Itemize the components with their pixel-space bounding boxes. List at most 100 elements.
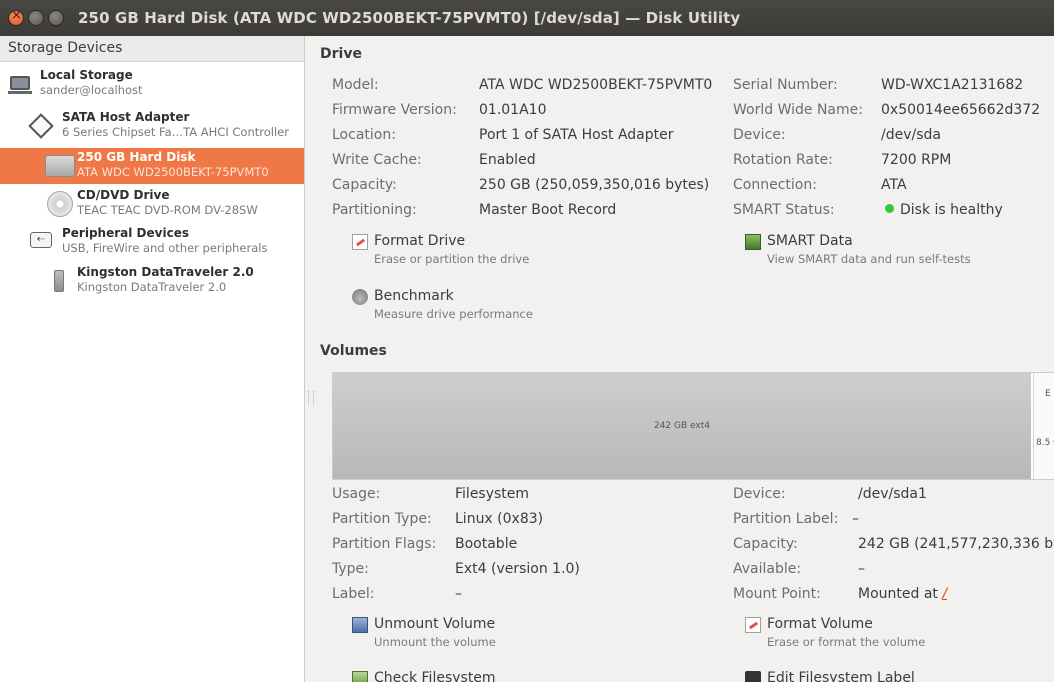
drive-connection-row: Connection: [733, 177, 817, 193]
drive-connection-value: ATA [881, 177, 907, 193]
action-label: Benchmark [374, 288, 454, 304]
smart-chart-icon [745, 234, 761, 250]
volume-partition-type-row: Partition Type: [332, 511, 432, 527]
field-key: Capacity: [332, 177, 397, 193]
action-description: Erase or partition the drive [374, 252, 530, 266]
sidebar-item-title: SATA Host Adapter [62, 110, 190, 124]
drive-location-value: Port 1 of SATA Host Adapter [479, 127, 674, 143]
format-drive-button[interactable]: Format Drive Erase or partition the driv… [352, 233, 612, 269]
action-label: SMART Data [767, 233, 853, 249]
field-value: ATA [881, 177, 907, 193]
volume-capacity-value: 242 GB (241,577,230,336 by [858, 536, 1054, 552]
field-value: WD-WXC1A2131682 [881, 77, 1024, 93]
volume-partition-sda1[interactable]: 242 GB ext4 [333, 373, 1031, 479]
field-key: Partition Type: [332, 511, 432, 527]
mount-point-link[interactable]: / [942, 586, 947, 602]
edit-label-icon [745, 671, 761, 682]
unmount-icon [352, 617, 368, 633]
action-description: Erase or format the volume [767, 635, 926, 649]
storage-devices-sidebar: Storage Devices Local Storage sander@loc… [0, 36, 305, 682]
field-key: Device: [733, 486, 786, 502]
field-key: Device: [733, 127, 786, 143]
healthy-status-icon [885, 204, 894, 213]
volume-device-value: /dev/sda1 [858, 486, 927, 502]
volume-extended-label: E [1045, 389, 1051, 399]
field-key: Partition Label: [733, 511, 839, 527]
drive-device-row: Device: [733, 127, 786, 143]
field-value: Port 1 of SATA Host Adapter [479, 127, 674, 143]
hard-disk-icon [45, 155, 75, 177]
unmount-volume-button[interactable]: Unmount Volume Unmount the volume [352, 616, 612, 652]
field-value: /dev/sda [881, 127, 941, 143]
volume-partition-flags-row: Partition Flags: [332, 536, 436, 552]
volume-partition-flags-value: Bootable [455, 536, 517, 552]
field-value: 7200 RPM [881, 152, 952, 168]
action-description: View SMART data and run self-tests [767, 252, 971, 266]
volume-map: 242 GB ext4 E 8.5 G [332, 372, 1054, 480]
laptop-icon [8, 76, 32, 94]
volume-partition-label-row: Partition Label: [733, 511, 838, 527]
check-filesystem-icon [352, 671, 368, 682]
benchmark-button[interactable]: Benchmark Measure drive performance [352, 288, 612, 324]
action-label: Check Filesystem [374, 670, 496, 682]
drive-firmware-value: 01.01A10 [479, 102, 546, 118]
sidebar-item-subtitle: TEAC TEAC DVD-ROM DV-28SW [77, 203, 258, 217]
action-label: Format Volume [767, 616, 873, 632]
sidebar-item-hard-disk[interactable]: 250 GB Hard Disk ATA WDC WD2500BEKT-75PV… [0, 148, 304, 184]
field-key: Mount Point: [733, 586, 821, 602]
window-controls [8, 8, 64, 26]
usb-icon: ⇠ [30, 232, 52, 248]
drive-model-value: ATA WDC WD2500BEKT-75PVMT0 [479, 77, 712, 93]
field-value: Master Boot Record [479, 202, 617, 218]
action-label: Edit Filesystem Label [767, 670, 915, 682]
drive-section-title: Drive [320, 46, 362, 62]
field-value: – [858, 561, 865, 577]
field-key: Location: [332, 127, 396, 143]
sidebar-item-kingston[interactable]: Kingston DataTraveler 2.0 Kingston DataT… [0, 263, 304, 299]
smart-data-button[interactable]: SMART Data View SMART data and run self-… [745, 233, 1035, 269]
sidebar-item-local-storage[interactable]: Local Storage sander@localhost [0, 66, 304, 102]
drive-capacity-row: Capacity: [332, 177, 397, 193]
window-title: 250 GB Hard Disk (ATA WDC WD2500BEKT-75P… [78, 9, 741, 27]
drive-partitioning-row: Partitioning: [332, 202, 417, 218]
field-key: Serial Number: [733, 77, 838, 93]
volume-type-value: Ext4 (version 1.0) [455, 561, 580, 577]
sidebar-item-peripheral-devices[interactable]: ⇠ Peripheral Devices USB, FireWire and o… [0, 224, 304, 260]
drive-capacity-value: 250 GB (250,059,350,016 bytes) [479, 177, 709, 193]
sidebar-header: Storage Devices [0, 36, 304, 62]
sidebar-item-cd-dvd-drive[interactable]: CD/DVD Drive TEAC TEAC DVD-ROM DV-28SW [0, 186, 304, 222]
volume-type-row: Type: [332, 561, 369, 577]
edit-filesystem-label-button[interactable]: Edit Filesystem Label [745, 670, 1035, 682]
field-key: Partition Flags: [332, 536, 437, 552]
minimize-window-button[interactable] [28, 10, 44, 26]
usb-stick-icon [54, 270, 64, 292]
drive-wwn-value: 0x50014ee65662d372 [881, 102, 1040, 118]
drive-smart-status-value: Disk is healthy [885, 202, 1003, 218]
format-volume-button[interactable]: Format Volume Erase or format the volume [745, 616, 1035, 652]
sidebar-item-sata-host-adapter[interactable]: SATA Host Adapter 6 Series Chipset Fa…TA… [0, 108, 304, 144]
field-value: Mounted at [858, 586, 943, 602]
close-window-button[interactable] [8, 8, 24, 26]
pane-splitter[interactable] [306, 36, 314, 682]
volume-usage-row: Usage: [332, 486, 380, 502]
action-label: Format Drive [374, 233, 466, 249]
field-key: Firmware Version: [332, 102, 457, 118]
volume-usage-value: Filesystem [455, 486, 529, 502]
field-value: Disk is healthy [900, 202, 1003, 218]
maximize-window-button[interactable] [48, 10, 64, 26]
title-bar: 250 GB Hard Disk (ATA WDC WD2500BEKT-75P… [0, 0, 1054, 36]
field-value: 242 GB (241,577,230,336 by [858, 536, 1054, 552]
format-icon [745, 617, 761, 633]
drive-serial-row: Serial Number: [733, 77, 838, 93]
check-filesystem-button[interactable]: Check Filesystem [352, 670, 612, 682]
field-value: Bootable [455, 536, 518, 552]
drive-partitioning-value: Master Boot Record [479, 202, 616, 218]
drive-serial-value: WD-WXC1A2131682 [881, 77, 1023, 93]
sidebar-item-title: CD/DVD Drive [77, 188, 170, 202]
field-key: SMART Status: [733, 202, 835, 218]
field-key: Capacity: [733, 536, 798, 552]
field-key: Usage: [332, 486, 381, 502]
field-value: Ext4 (version 1.0) [455, 561, 580, 577]
field-key: World Wide Name: [733, 102, 863, 118]
sidebar-item-title: Local Storage [40, 68, 133, 82]
